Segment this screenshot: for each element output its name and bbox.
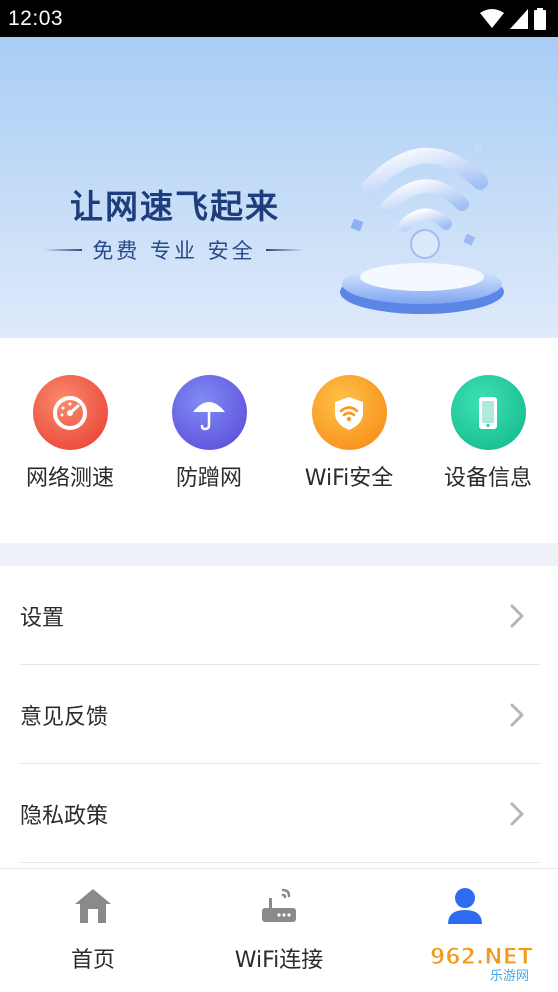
section-divider [0,543,558,566]
wifi-shield-icon [311,375,387,450]
svg-text:962.NET: 962.NET [430,945,533,970]
menu-item-privacy-policy[interactable]: 隐私政策 [0,764,558,863]
banner-subtitle: 免费 专业 安全 [92,239,256,263]
status-bar: 12:03 [0,0,558,37]
feature-label: 防蹭网 [175,466,242,491]
wifi-signal-icon [480,8,504,28]
feature-label: WiFi安全 [304,466,394,491]
hero-banner: 让网速飞起来 免费 专业 安全 [0,37,558,338]
feature-label: 设备信息 [443,466,532,491]
nav-wifi-connect[interactable]: WiFi连接 [186,869,372,992]
nav-home[interactable]: 首页 [0,869,186,992]
feature-label: 网络测速 [25,466,114,491]
feature-anti-leech[interactable]: 防蹭网 [139,338,279,492]
phone-icon [450,375,526,450]
banner-divider-left [44,249,83,251]
banner-subtitle-row: 免费 专业 安全 [34,235,314,265]
umbrella-icon [171,375,247,450]
svg-text:乐游网: 乐游网 [490,969,529,984]
wifi-pedestal-illustration [340,143,504,314]
user-icon [445,886,485,926]
battery-icon [534,7,546,30]
list-divider [20,862,540,863]
feature-grid: 网络测速 防蹭网 WiFi安全 设备信息 [0,338,558,543]
menu-item-label: 隐私政策 [20,803,109,829]
chevron-right-icon [510,802,524,825]
site-watermark-logo: 962.NET 乐游网 [430,945,534,985]
feature-device-info[interactable]: 设备信息 [418,338,558,492]
menu-item-label: 设置 [20,605,65,631]
nav-label: 首页 [70,948,115,973]
nav-label: WiFi连接 [234,948,324,973]
speedometer-icon [32,375,108,450]
status-icons [480,7,546,30]
banner-title: 让网速飞起来 [70,187,280,226]
menu-item-settings[interactable]: 设置 [0,566,558,665]
status-time: 12:03 [8,6,64,30]
chevron-right-icon [510,604,524,627]
menu-item-feedback[interactable]: 意见反馈 [0,665,558,764]
chevron-right-icon [510,703,524,726]
router-icon [259,886,299,926]
feature-wifi-security[interactable]: WiFi安全 [279,338,419,492]
feature-speed-test[interactable]: 网络测速 [0,338,140,492]
menu-item-label: 意见反馈 [20,704,109,730]
cell-signal-icon [510,8,528,29]
home-icon [73,886,113,926]
banner-divider-right [265,249,304,251]
settings-menu: 设置 意见反馈 隐私政策 [0,566,558,863]
